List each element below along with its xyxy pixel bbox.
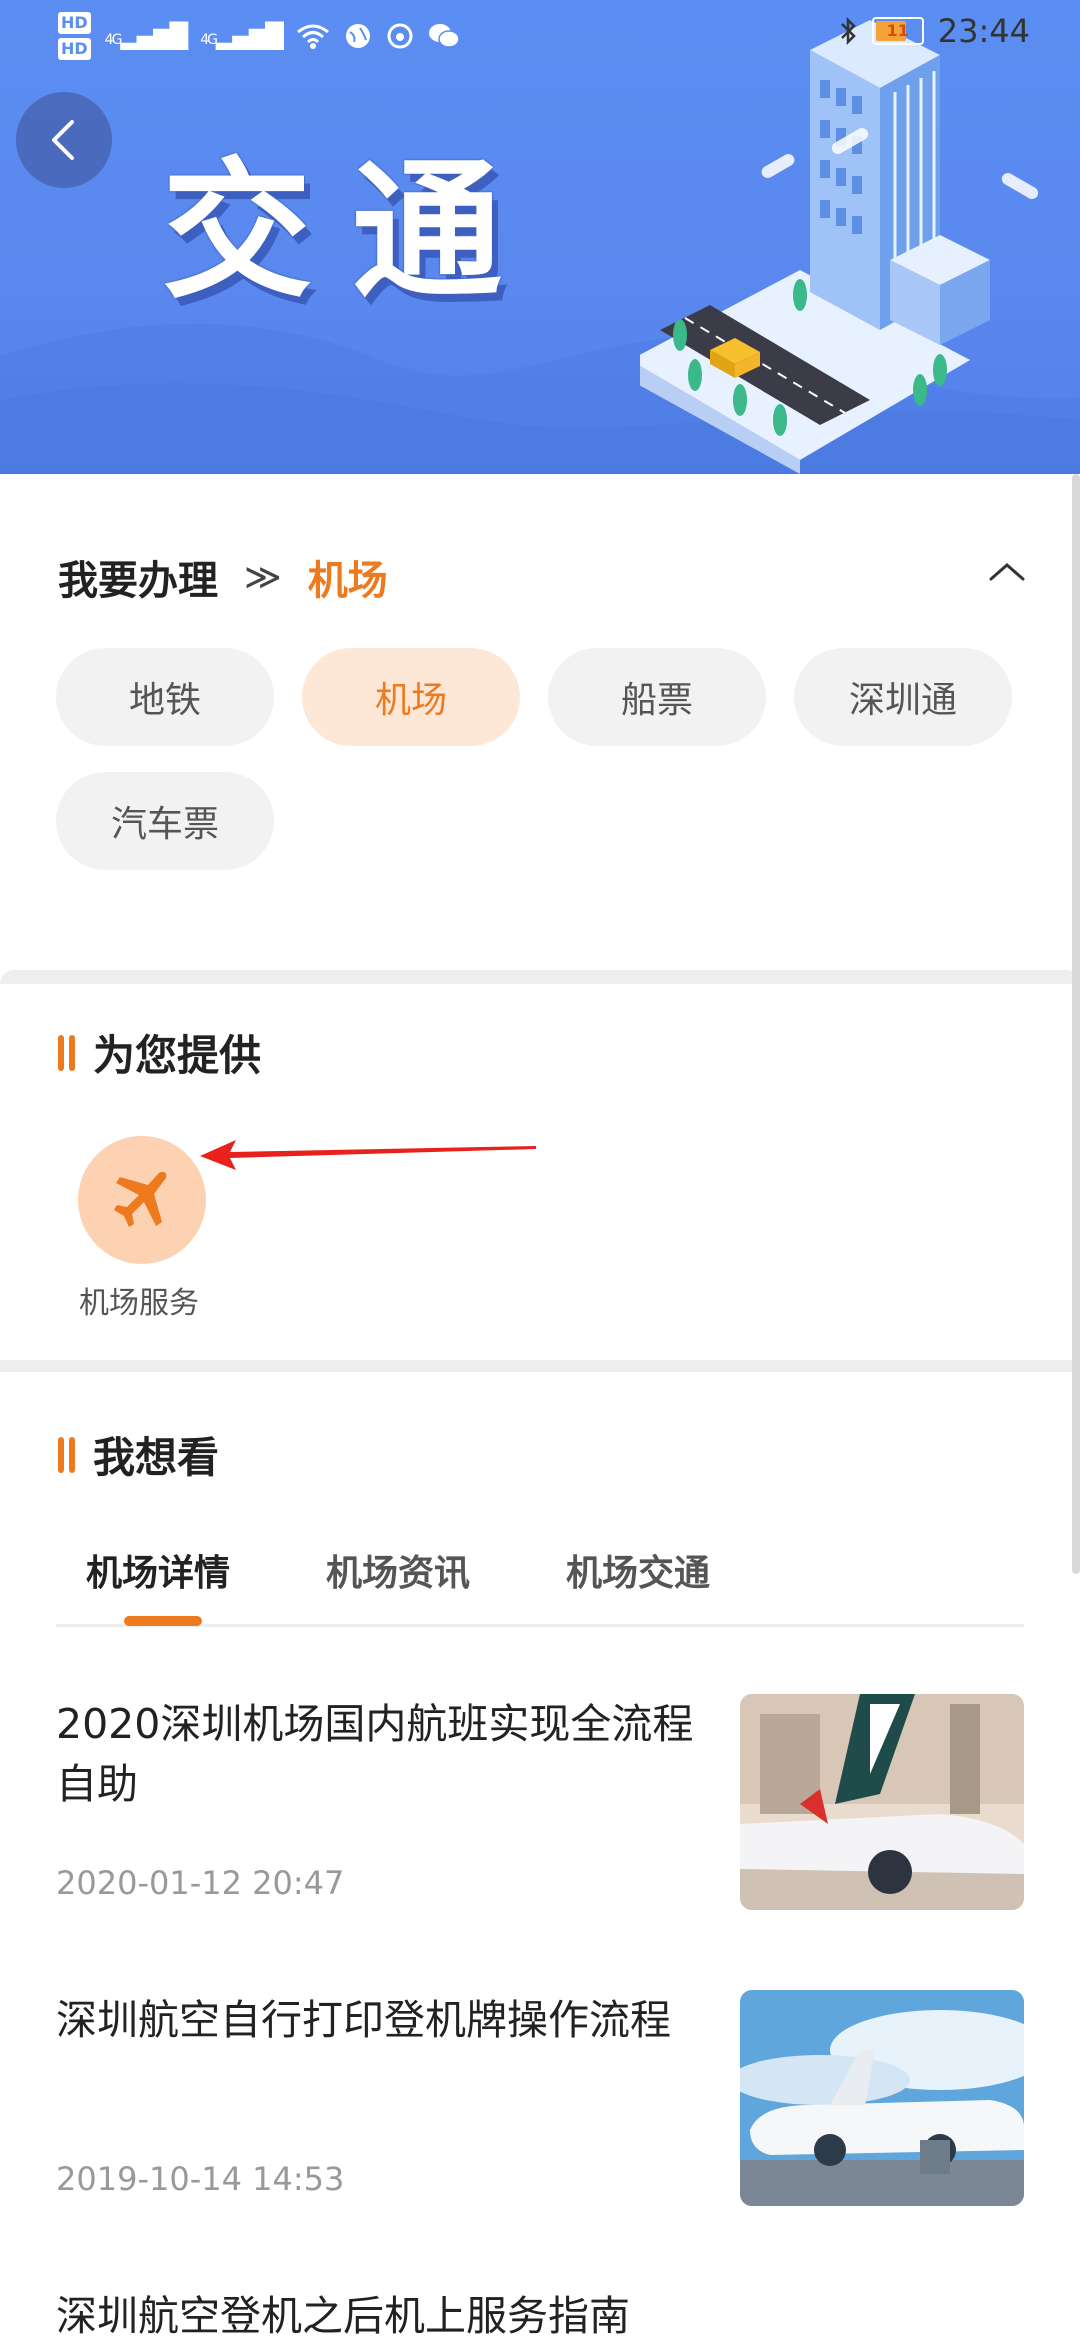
airplane-icon — [114, 1171, 167, 1227]
article-title: 深圳航空登机之后机上服务指南 — [56, 2292, 630, 2340]
handle-section: 我要办理 ≫ 机场 地铁 机场 船票 深圳通 汽车票 — [0, 474, 1080, 974]
heading-accent-icon — [58, 1034, 75, 1071]
airport-service-icon-bg — [78, 1136, 206, 1264]
tab-airport-news[interactable]: 机场资讯 — [326, 1544, 470, 1596]
tab-airport-transport[interactable]: 机场交通 — [566, 1544, 710, 1596]
airport-service-label: 机场服务 — [79, 1286, 199, 1321]
clock: 23:44 — [937, 12, 1030, 50]
article-item[interactable]: 2020深圳机场国内航班实现全流程自助 2020-01-12 20:47 — [56, 1694, 1024, 1924]
article-item[interactable]: 深圳航空自行打印登机牌操作流程 2019-10-14 14:53 — [56, 1990, 1024, 2220]
chip-shenzhen-tong[interactable]: 深圳通 — [794, 648, 1012, 746]
weibo-icon — [387, 23, 413, 49]
chip-bus-ticket[interactable]: 汽车票 — [56, 772, 274, 870]
tab-airport-details[interactable]: 机场详情 — [86, 1544, 230, 1596]
bluetooth-icon — [840, 16, 856, 46]
airport-service-item[interactable]: 机场服务 — [72, 1136, 212, 1322]
want-see-heading-text: 我想看 — [93, 1433, 220, 1482]
provide-heading-text: 为您提供 — [93, 1031, 262, 1080]
want-see-heading: 我想看 — [58, 1424, 219, 1485]
provide-section: 为您提供 机场服务 — [0, 984, 1080, 1360]
article-item[interactable]: 深圳航空登机之后机上服务指南 — [56, 2286, 1024, 2346]
annotation-arrow — [200, 1140, 536, 1170]
header-banner: HD HD 4G▂▄▆█ 4G▂▄▆█ 11 23:44 交通 — [0, 0, 1080, 474]
wifi-icon — [296, 24, 329, 49]
cell-signal-icon: 4G▂▄▆█ — [104, 22, 189, 50]
chip-airport[interactable]: 机场 — [302, 648, 520, 746]
chevron-up-icon — [989, 563, 1025, 581]
article-date: 2020-01-12 20:47 — [56, 1864, 345, 1902]
want-see-section: 我想看 机场详情 机场资讯 机场交通 2020深圳机场国内航班实现全流程自助 2… — [0, 1374, 1080, 2340]
double-chevron-icon: ≫ — [244, 556, 282, 598]
chip-subway[interactable]: 地铁 — [56, 648, 274, 746]
article-thumbnail — [740, 1990, 1024, 2206]
banner-title: 交通 — [162, 145, 543, 319]
back-button[interactable] — [16, 92, 112, 188]
heading-accent-icon — [58, 1436, 75, 1473]
article-thumbnail — [740, 1694, 1024, 1910]
battery-indicator: 11 — [871, 17, 924, 45]
breadcrumb-prefix: 我要办理 — [58, 558, 218, 604]
section-divider-2 — [0, 1360, 1080, 1372]
article-title: 深圳航空自行打印登机牌操作流程 — [56, 1996, 671, 2044]
globe-icon — [345, 24, 370, 48]
article-date: 2019-10-14 14:53 — [56, 2160, 345, 2198]
collapse-button[interactable] — [980, 544, 1034, 598]
provide-heading: 为您提供 — [58, 1022, 261, 1083]
section-divider — [0, 970, 1080, 984]
chip-ferry-ticket[interactable]: 船票 — [548, 648, 766, 746]
hd-voice-indicator: HD HD — [58, 10, 91, 62]
status-bar: HD HD 4G▂▄▆█ 4G▂▄▆█ 11 23:44 — [0, 0, 1080, 72]
breadcrumb: 我要办理 ≫ 机场 — [58, 548, 388, 606]
cell-signal-icon-2: 4G▂▄▆█ — [200, 22, 284, 50]
content-tabs: 机场详情 机场资讯 机场交通 — [56, 1544, 1024, 1627]
wechat-icon — [428, 24, 460, 48]
breadcrumb-current: 机场 — [307, 558, 388, 604]
scrollbar[interactable] — [1072, 474, 1080, 1574]
article-title: 2020深圳机场国内航班实现全流程自助 — [56, 1700, 694, 1808]
chevron-left-icon — [52, 120, 74, 160]
active-tab-indicator — [124, 1616, 202, 1626]
